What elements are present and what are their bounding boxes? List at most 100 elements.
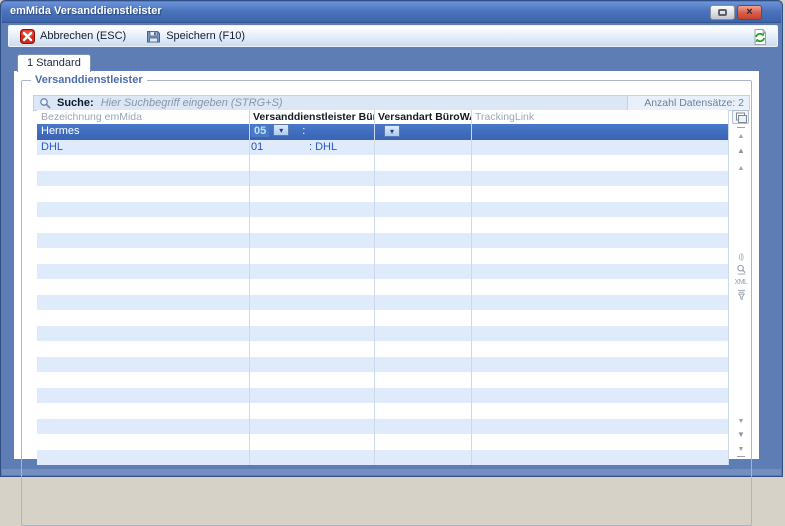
cell-versanddienstleister[interactable] [249, 310, 374, 326]
cell-versandart[interactable]: ▾ [374, 124, 471, 140]
cell-bezeichnung[interactable] [37, 248, 249, 264]
copy-grid-button[interactable] [732, 110, 749, 124]
cell-versandart[interactable] [374, 140, 471, 156]
cell-versanddienstleister[interactable] [249, 357, 374, 373]
table-row[interactable] [37, 419, 728, 435]
cell-trackinglink[interactable] [471, 140, 728, 156]
table-row[interactable] [37, 202, 728, 218]
cell-versanddienstleister[interactable] [249, 388, 374, 404]
filter-icon[interactable] [731, 289, 751, 301]
cell-bezeichnung[interactable] [37, 403, 249, 419]
cell-bezeichnung[interactable] [37, 388, 249, 404]
cell-trackinglink[interactable] [471, 372, 728, 388]
cell-bezeichnung[interactable]: DHL [37, 140, 249, 156]
cell-versanddienstleister[interactable] [249, 419, 374, 435]
cell-bezeichnung[interactable] [37, 264, 249, 280]
cell-trackinglink[interactable] [471, 403, 728, 419]
cell-bezeichnung[interactable] [37, 155, 249, 171]
cell-versanddienstleister[interactable] [249, 434, 374, 450]
table-row[interactable] [37, 357, 728, 373]
cell-trackinglink[interactable] [471, 419, 728, 435]
scroll-down-icon[interactable]: ▼ [731, 414, 751, 427]
scroll-to-top-icon[interactable]: ▲ [731, 127, 751, 142]
cell-bezeichnung[interactable] [37, 341, 249, 357]
table-row[interactable] [37, 217, 728, 233]
column-header-versanddienstleister[interactable]: Versanddienstleister BüroWARE [249, 110, 374, 124]
cell-bezeichnung[interactable] [37, 295, 249, 311]
carrier-code[interactable]: 01 [251, 141, 263, 153]
cell-versanddienstleister[interactable] [249, 279, 374, 295]
carrier-code-dropdown[interactable]: ▾ [273, 124, 289, 136]
cell-trackinglink[interactable] [471, 295, 728, 311]
table-row[interactable]: Hermes05▾:▾ [37, 124, 728, 140]
cell-versandart[interactable] [374, 202, 471, 218]
table-row[interactable] [37, 233, 728, 249]
cell-trackinglink[interactable] [471, 341, 728, 357]
column-header-trackinglink[interactable]: TrackingLink [471, 110, 728, 124]
cell-versanddienstleister[interactable] [249, 217, 374, 233]
cell-versandart[interactable] [374, 233, 471, 249]
cell-versandart[interactable] [374, 450, 471, 466]
cell-versanddienstleister[interactable] [249, 264, 374, 280]
cell-versandart[interactable] [374, 372, 471, 388]
cell-versandart[interactable] [374, 310, 471, 326]
table-row[interactable]: DHL01: DHL [37, 140, 728, 156]
column-width-icon[interactable]: (|) [731, 253, 751, 263]
table-row[interactable] [37, 450, 728, 466]
cell-versandart[interactable] [374, 264, 471, 280]
table-row[interactable] [37, 403, 728, 419]
cell-trackinglink[interactable] [471, 388, 728, 404]
cell-bezeichnung[interactable] [37, 310, 249, 326]
cell-versanddienstleister[interactable] [249, 341, 374, 357]
cancel-button[interactable]: Abbrechen (ESC) [14, 26, 132, 46]
cell-versandart[interactable] [374, 295, 471, 311]
cell-bezeichnung[interactable] [37, 419, 249, 435]
scroll-to-bottom-icon[interactable]: ▼ [731, 442, 751, 457]
cell-bezeichnung[interactable] [37, 233, 249, 249]
cell-trackinglink[interactable] [471, 434, 728, 450]
cell-bezeichnung[interactable] [37, 217, 249, 233]
titlebar[interactable]: emMida Versanddienstleister × [2, 2, 781, 23]
table-row[interactable] [37, 248, 728, 264]
cell-bezeichnung[interactable] [37, 372, 249, 388]
cell-versandart[interactable] [374, 388, 471, 404]
cell-versandart[interactable] [374, 171, 471, 187]
cell-versandart[interactable] [374, 341, 471, 357]
cell-versandart[interactable] [374, 419, 471, 435]
cell-versandart[interactable] [374, 248, 471, 264]
cell-versanddienstleister[interactable] [249, 248, 374, 264]
cell-trackinglink[interactable] [471, 186, 728, 202]
table-row[interactable] [37, 264, 728, 280]
cell-versandart[interactable] [374, 155, 471, 171]
scroll-up-fast-icon[interactable]: ▲ [731, 144, 751, 156]
cell-versanddienstleister[interactable] [249, 450, 374, 466]
cell-versanddienstleister[interactable]: 05▾: [249, 124, 374, 140]
search-input[interactable]: Hier Suchbegriff eingeben (STRG+S) [101, 97, 283, 109]
cell-bezeichnung[interactable] [37, 171, 249, 187]
cell-trackinglink[interactable] [471, 450, 728, 466]
table-row[interactable] [37, 310, 728, 326]
table-row[interactable] [37, 295, 728, 311]
scroll-up-icon[interactable]: ▲ [731, 161, 751, 174]
cell-versandart[interactable] [374, 217, 471, 233]
close-button[interactable]: × [737, 5, 762, 20]
cell-bezeichnung[interactable] [37, 326, 249, 342]
cell-versanddienstleister[interactable] [249, 326, 374, 342]
cell-bezeichnung[interactable] [37, 279, 249, 295]
cell-bezeichnung[interactable] [37, 186, 249, 202]
cell-trackinglink[interactable] [471, 248, 728, 264]
table-row[interactable] [37, 155, 728, 171]
search-bar[interactable]: Suche: Hier Suchbegriff eingeben (STRG+S… [33, 95, 750, 111]
cell-versanddienstleister[interactable] [249, 202, 374, 218]
column-header-versandart[interactable]: Versandart BüroWARE [374, 110, 471, 124]
cell-trackinglink[interactable] [471, 124, 728, 140]
cell-trackinglink[interactable] [471, 171, 728, 187]
cell-bezeichnung[interactable] [37, 202, 249, 218]
table-row[interactable] [37, 372, 728, 388]
save-button[interactable]: Speichern (F10) [140, 26, 251, 46]
table-row[interactable] [37, 171, 728, 187]
table-row[interactable] [37, 326, 728, 342]
cell-versanddienstleister[interactable] [249, 186, 374, 202]
table-row[interactable] [37, 341, 728, 357]
tab-standard[interactable]: 1 Standard [17, 54, 91, 72]
